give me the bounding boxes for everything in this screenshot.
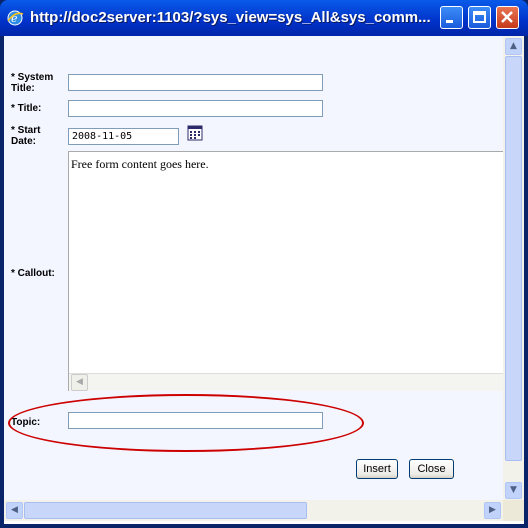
insert-button[interactable]: Insert (356, 459, 398, 479)
close-window-button[interactable] (496, 6, 519, 29)
start-date-input[interactable] (68, 128, 179, 145)
scroll-right-button[interactable]: ▶ (484, 502, 501, 519)
form-content: * System Title: * Title: * Start Date: 2… (4, 36, 503, 500)
ie-icon: e (7, 10, 24, 26)
minimize-button[interactable] (440, 6, 463, 29)
title-bar[interactable]: e http://doc2server:1103/?sys_view=sys_A… (0, 0, 528, 36)
editor-horizontal-scrollbar[interactable]: ◀ (69, 373, 503, 391)
maximize-icon (473, 11, 486, 23)
calendar-icon[interactable] (187, 125, 203, 141)
horizontal-scrollbar[interactable]: ◀ ▶ (4, 500, 503, 521)
title-input[interactable] (68, 100, 323, 117)
vertical-scroll-thumb[interactable] (505, 56, 522, 461)
title-label: * Title: (11, 103, 42, 114)
horizontal-scroll-thumb[interactable] (24, 502, 307, 519)
minimize-icon (446, 20, 453, 23)
system-title-label: * System Title: (11, 72, 54, 94)
window-title: http://doc2server:1103/?sys_view=sys_All… (30, 9, 430, 26)
vertical-scrollbar[interactable]: ▲ ▼ (503, 36, 524, 500)
scroll-up-button[interactable]: ▲ (505, 38, 522, 55)
close-button[interactable]: Close (409, 459, 454, 479)
callout-content[interactable]: Free form content goes here. (71, 157, 209, 172)
callout-label: * Callout: (11, 268, 55, 279)
scroll-down-button[interactable]: ▼ (505, 482, 522, 499)
popup-window: e http://doc2server:1103/?sys_view=sys_A… (0, 0, 528, 528)
close-icon (501, 11, 513, 23)
editor-scroll-left-button[interactable]: ◀ (71, 374, 88, 391)
scroll-left-button[interactable]: ◀ (6, 502, 23, 519)
scrollbar-corner (503, 500, 524, 521)
topic-highlight-annotation (8, 394, 364, 452)
maximize-button[interactable] (468, 6, 491, 29)
start-date-label: * Start Date: (11, 125, 41, 147)
callout-editor[interactable]: Free form content goes here. ◀ (68, 151, 503, 391)
window-client-area: * System Title: * Title: * Start Date: 2… (4, 36, 524, 524)
system-title-input[interactable] (68, 74, 323, 91)
